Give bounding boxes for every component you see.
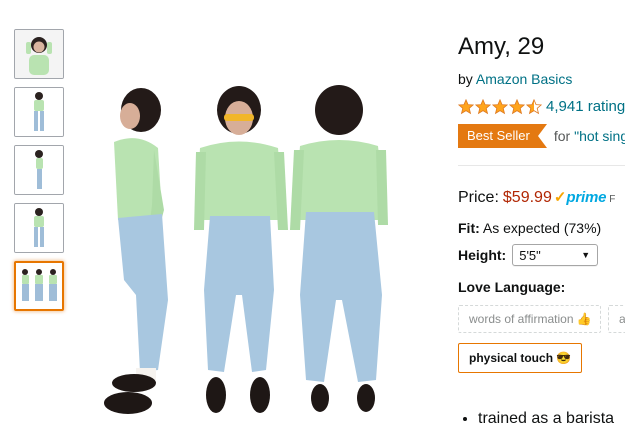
option-physical-touch-selected[interactable]: physical touch 😎 xyxy=(458,343,583,373)
star-half-icon xyxy=(526,98,542,114)
thumbnail-image xyxy=(15,88,63,136)
prime-text: prime xyxy=(566,189,607,206)
badge-category: for "hot sing xyxy=(554,128,625,144)
thumbnail-strip xyxy=(14,29,66,319)
star-icon xyxy=(475,98,491,114)
prime-logo[interactable]: ✓ prime xyxy=(553,188,607,206)
figure-front xyxy=(194,86,288,413)
thumbnail-image xyxy=(15,146,63,194)
best-seller-row: Best Seller for "hot sing xyxy=(458,124,625,148)
chevron-down-icon: ▼ xyxy=(581,250,591,260)
badge-category-link[interactable]: "hot sing xyxy=(574,128,625,144)
feature-bullets: trained as a barista xyxy=(458,410,614,428)
star-icon xyxy=(509,98,525,114)
figure-side xyxy=(104,88,168,414)
thumbnail-2[interactable] xyxy=(14,87,64,137)
byline: by Amazon Basics xyxy=(458,71,572,87)
best-seller-badge[interactable]: Best Seller xyxy=(458,124,547,148)
rating-row: 4,941 ratings xyxy=(458,98,625,115)
price-row: Price: $59.99 ✓ prime F xyxy=(458,188,615,207)
fit-row: Fit: As expected (73%) xyxy=(458,220,601,236)
love-language-label: Love Language: xyxy=(458,279,566,295)
thumbnail-image xyxy=(15,204,63,252)
divider xyxy=(458,165,625,166)
star-icon xyxy=(458,98,474,114)
product-title: Amy, 29 xyxy=(458,33,545,60)
main-product-image[interactable] xyxy=(96,80,416,425)
height-selected-value: 5'5" xyxy=(519,247,541,263)
height-row: Height: 5'5" ▼ xyxy=(458,244,599,266)
bullet-item: trained as a barista xyxy=(478,410,614,428)
figure-back xyxy=(290,85,388,412)
ratings-count-link[interactable]: 4,941 ratings xyxy=(546,98,625,115)
thumbnail-image xyxy=(15,30,63,78)
price-label: Price: xyxy=(458,189,499,206)
star-rating[interactable] xyxy=(458,98,542,115)
thumbnail-3[interactable] xyxy=(14,145,64,195)
prime-check-icon: ✓ xyxy=(553,189,567,206)
thumbnail-5-selected[interactable] xyxy=(14,261,64,311)
byline-prefix: by xyxy=(458,71,473,87)
fit-value: As expected (73%) xyxy=(482,220,602,236)
height-select[interactable]: 5'5" ▼ xyxy=(512,244,599,266)
thumbnail-4[interactable] xyxy=(14,203,64,253)
prime-extra: F xyxy=(609,194,616,205)
brand-link[interactable]: Amazon Basics xyxy=(476,71,572,87)
thumbnail-1[interactable] xyxy=(14,29,64,79)
badge-for-prefix: for xyxy=(553,128,571,144)
fit-label: Fit: xyxy=(458,220,480,236)
option-words-of-affirmation[interactable]: words of affirmation 👍 xyxy=(458,305,601,333)
thumbnail-image xyxy=(16,263,62,309)
option-second[interactable]: a xyxy=(608,305,625,333)
height-label: Height: xyxy=(458,247,507,263)
star-icon xyxy=(492,98,508,114)
price-value: $59.99 xyxy=(502,189,552,206)
product-photo xyxy=(104,85,388,414)
